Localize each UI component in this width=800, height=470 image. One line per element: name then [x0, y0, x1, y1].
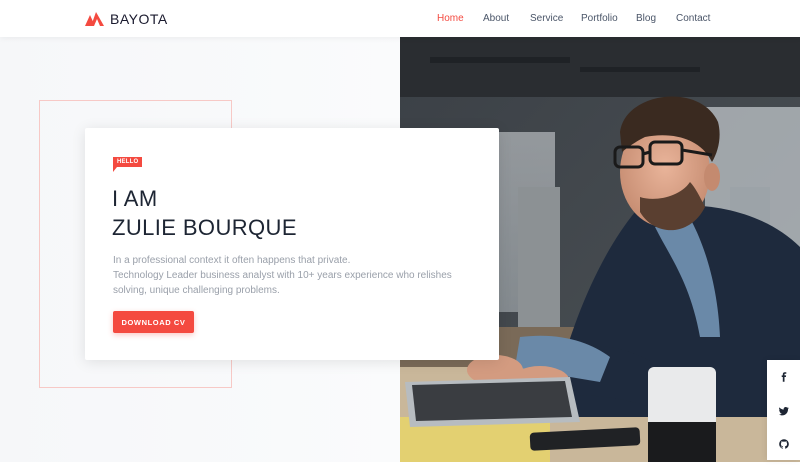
nav-item-blog[interactable]: Blog: [636, 13, 656, 24]
twitter-icon: [778, 406, 789, 415]
hero-intro-card: HELLO I AM ZULIE BOURQUE In a profession…: [85, 128, 499, 360]
download-cv-button[interactable]: DOWNLOAD CV: [113, 311, 194, 333]
nav-item-about[interactable]: About: [483, 13, 509, 24]
social-link-github[interactable]: [767, 427, 800, 460]
social-link-facebook[interactable]: [767, 360, 800, 393]
headline-line-2: ZULIE BOURQUE: [112, 215, 297, 240]
nav-item-home[interactable]: Home: [437, 13, 464, 24]
hero-headline: I AM ZULIE BOURQUE: [112, 184, 297, 242]
description-line-2: Technology Leader business analyst with …: [113, 270, 452, 281]
site-header: BAYOTA Home About Service Portfolio Blog…: [0, 0, 800, 37]
description-line-1: In a professional context it often happe…: [113, 255, 351, 266]
nav-item-service[interactable]: Service: [530, 13, 563, 24]
headline-line-1: I AM: [112, 186, 158, 211]
nav-item-portfolio[interactable]: Portfolio: [581, 13, 618, 24]
social-links-bar: [767, 360, 800, 460]
hello-badge-tail: [113, 167, 117, 172]
main-nav: Home About Service Portfolio Blog Contac…: [0, 13, 800, 27]
description-line-3: solving, unique challenging problems.: [113, 285, 280, 296]
social-link-twitter[interactable]: [767, 394, 800, 427]
github-icon: [778, 438, 789, 449]
hello-badge: HELLO: [113, 157, 143, 167]
nav-item-contact[interactable]: Contact: [676, 13, 710, 24]
hero-description: In a professional context it often happe…: [113, 253, 473, 298]
facebook-icon: [781, 371, 786, 382]
